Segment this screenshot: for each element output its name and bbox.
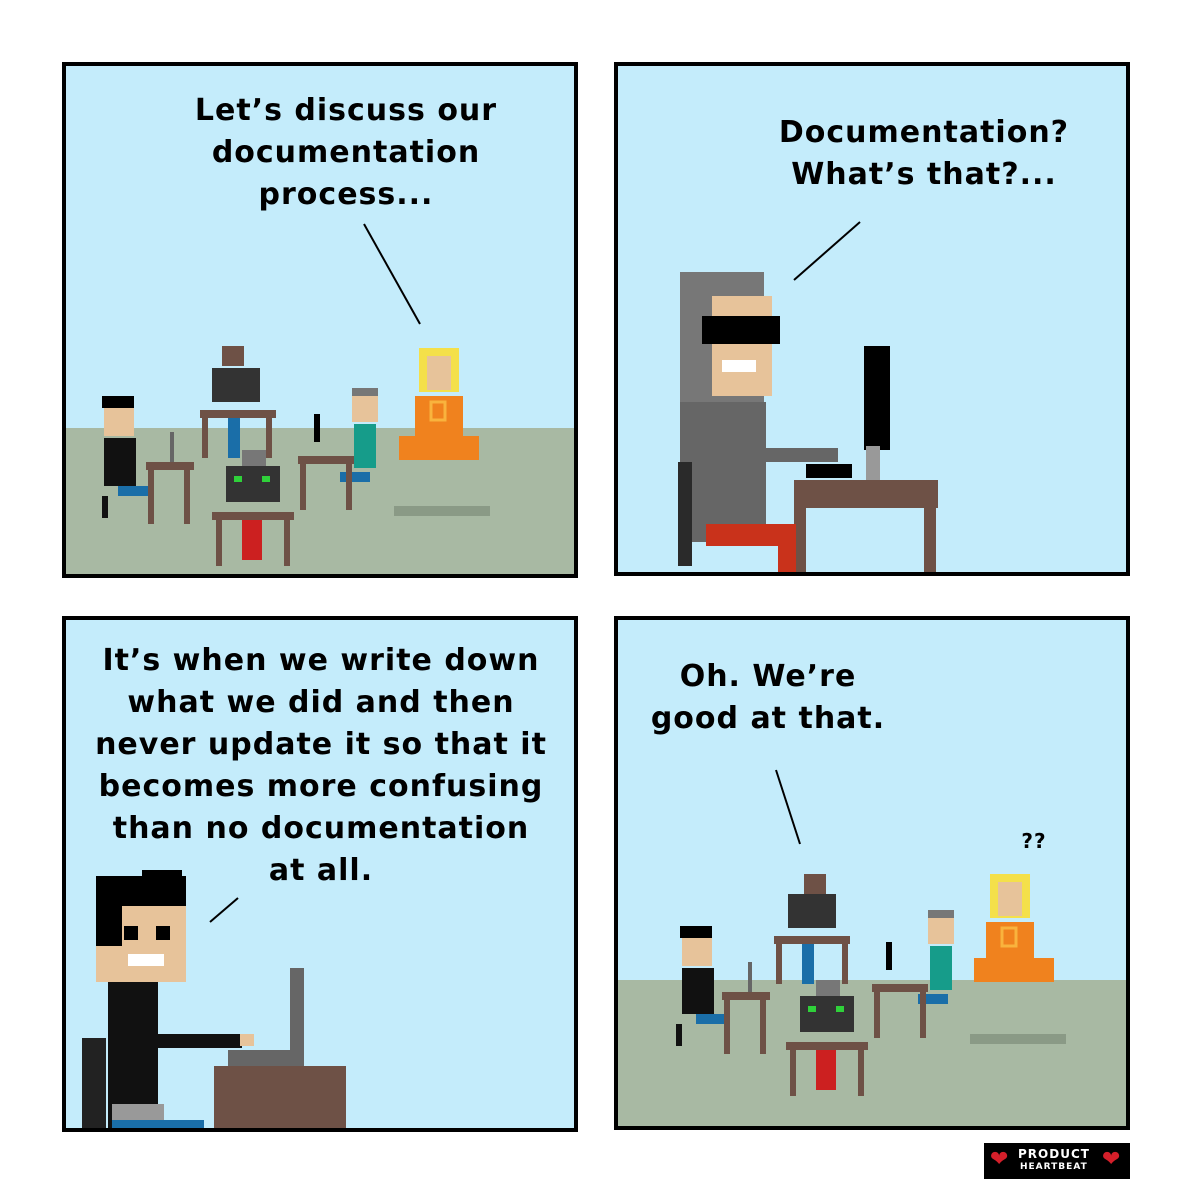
- product-heartbeat-logo: ❤ PRODUCT HEARTBEAT ❤: [984, 1143, 1130, 1179]
- comic-panel-1: Let’s discuss our documentation process.…: [62, 62, 578, 578]
- heart-icon: ❤: [990, 1147, 1009, 1172]
- developer-closeup-illustration: [82, 870, 346, 1128]
- comic-panel-4: Oh. We’re good at that. ??: [614, 616, 1130, 1130]
- comic-panel-3: It’s when we write down what we did and …: [62, 616, 578, 1132]
- programmer-closeup-illustration: [678, 272, 938, 572]
- logo-line-2: HEARTBEAT: [1020, 1162, 1088, 1172]
- comic-panel-2: Documentation? What’s that?...: [614, 62, 1130, 576]
- logo-line-1: PRODUCT: [1018, 1147, 1090, 1161]
- heart-icon: ❤: [1102, 1147, 1121, 1172]
- office-scene-illustration: [676, 874, 1066, 1096]
- office-scene-illustration: [102, 346, 490, 566]
